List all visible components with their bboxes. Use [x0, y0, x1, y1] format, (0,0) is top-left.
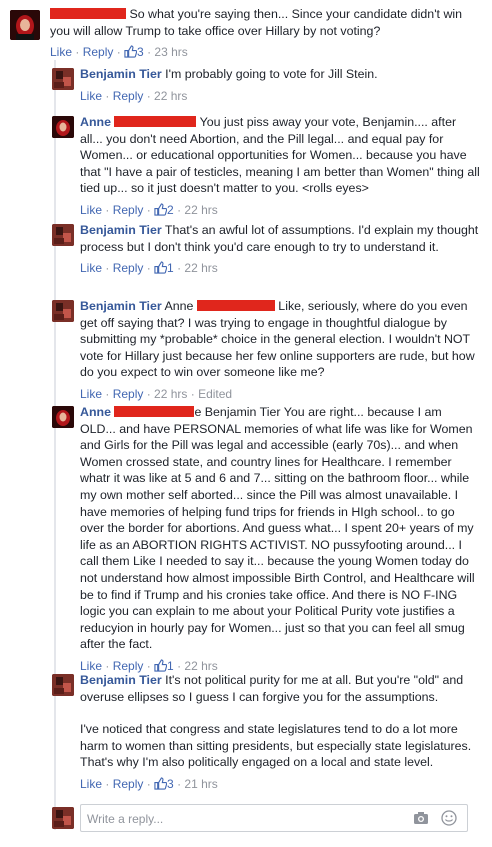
author-name[interactable]: Benjamin Tier [80, 223, 162, 237]
redacted-name [196, 300, 275, 311]
reply-link[interactable]: Reply [113, 261, 144, 275]
comment-text: Anne e Benjamin Tier You are right... be… [80, 405, 475, 652]
comment-text: Benjamin Tier It's not political purity … [80, 673, 464, 704]
timestamp[interactable]: 21 hrs [184, 777, 217, 791]
comment-actions: Like · Reply · 22 hrs · Edited [80, 386, 233, 401]
mention-link[interactable]: Anne [162, 299, 197, 313]
comment-text: Benjamin Tier Anne Like, seriously, wher… [80, 299, 475, 380]
comment-actions: Like · Reply · 3 · 23 hrs [50, 45, 188, 60]
like-link[interactable]: Like [80, 659, 102, 673]
avatar[interactable] [52, 674, 74, 696]
thumbs-up-icon[interactable] [154, 261, 168, 274]
comment-text-paragraph: I've noticed that congress and state leg… [80, 722, 472, 770]
comment-actions: Like · Reply · 1 · 22 hrs [80, 261, 218, 276]
comment-text: So what you're saying then... Since your… [50, 7, 463, 38]
like-link[interactable]: Like [80, 261, 102, 275]
reply-link[interactable]: Reply [113, 387, 144, 401]
timestamp[interactable]: 22 hrs [184, 659, 217, 673]
thumbs-up-icon[interactable] [154, 203, 168, 216]
comment-thread: So what you're saying then... Since your… [0, 0, 492, 847]
reply-link[interactable]: Reply [113, 203, 144, 217]
timestamp[interactable]: 22 hrs [184, 261, 217, 275]
like-link[interactable]: Like [80, 89, 102, 103]
like-count[interactable]: 3 [167, 777, 174, 791]
reply-thread-line [54, 60, 56, 830]
author-name[interactable]: Benjamin Tier [80, 67, 162, 81]
comment-text: Anne You just piss away your vote, Benja… [80, 115, 480, 196]
reply-link[interactable]: Reply [113, 659, 144, 673]
thumbs-up-icon[interactable] [154, 777, 168, 790]
avatar[interactable] [10, 10, 40, 40]
like-count[interactable]: 1 [167, 261, 174, 275]
edited-label[interactable]: Edited [198, 387, 232, 401]
avatar[interactable] [52, 68, 74, 90]
like-link[interactable]: Like [80, 387, 102, 401]
reply-input[interactable]: Write a reply... [87, 811, 163, 828]
redacted-name [114, 406, 195, 417]
thumbs-up-icon[interactable] [124, 45, 138, 58]
camera-icon[interactable] [413, 811, 429, 825]
like-count[interactable]: 3 [137, 45, 144, 59]
comment-text: Benjamin Tier I'm probably going to vote… [80, 67, 378, 81]
timestamp[interactable]: 22 hrs [184, 203, 217, 217]
timestamp[interactable]: 23 hrs [154, 45, 187, 59]
redacted-name [50, 8, 126, 19]
like-link[interactable]: Like [50, 45, 72, 59]
comment-text: Benjamin Tier That's an awful lot of ass… [80, 223, 479, 254]
timestamp[interactable]: 22 hrs [154, 387, 187, 401]
reply-link[interactable]: Reply [113, 777, 144, 791]
comment-actions: Like · Reply · 3 · 21 hrs [80, 776, 218, 791]
avatar[interactable] [52, 224, 74, 246]
emoji-icon[interactable] [441, 810, 457, 826]
thumbs-up-icon[interactable] [154, 659, 168, 672]
redacted-name [114, 116, 197, 127]
timestamp[interactable]: 22 hrs [154, 89, 187, 103]
current-user-avatar [52, 807, 74, 829]
reply-link[interactable]: Reply [83, 45, 114, 59]
avatar[interactable] [52, 300, 74, 322]
like-link[interactable]: Like [80, 777, 102, 791]
like-link[interactable]: Like [80, 203, 102, 217]
author-name[interactable]: Anne [80, 115, 111, 129]
comment-actions: Like · Reply · 2 · 22 hrs [80, 202, 218, 217]
author-name[interactable]: Benjamin Tier [80, 673, 162, 687]
avatar[interactable] [52, 406, 74, 428]
author-name[interactable]: Benjamin Tier [80, 299, 162, 313]
reply-input-box[interactable]: Write a reply... [80, 804, 468, 832]
avatar[interactable] [52, 116, 74, 138]
reply-link[interactable]: Reply [113, 89, 144, 103]
comment-actions: Like · Reply · 22 hrs [80, 88, 188, 103]
author-name[interactable]: Anne [80, 405, 111, 419]
like-count[interactable]: 2 [167, 203, 174, 217]
like-count[interactable]: 1 [167, 659, 174, 673]
